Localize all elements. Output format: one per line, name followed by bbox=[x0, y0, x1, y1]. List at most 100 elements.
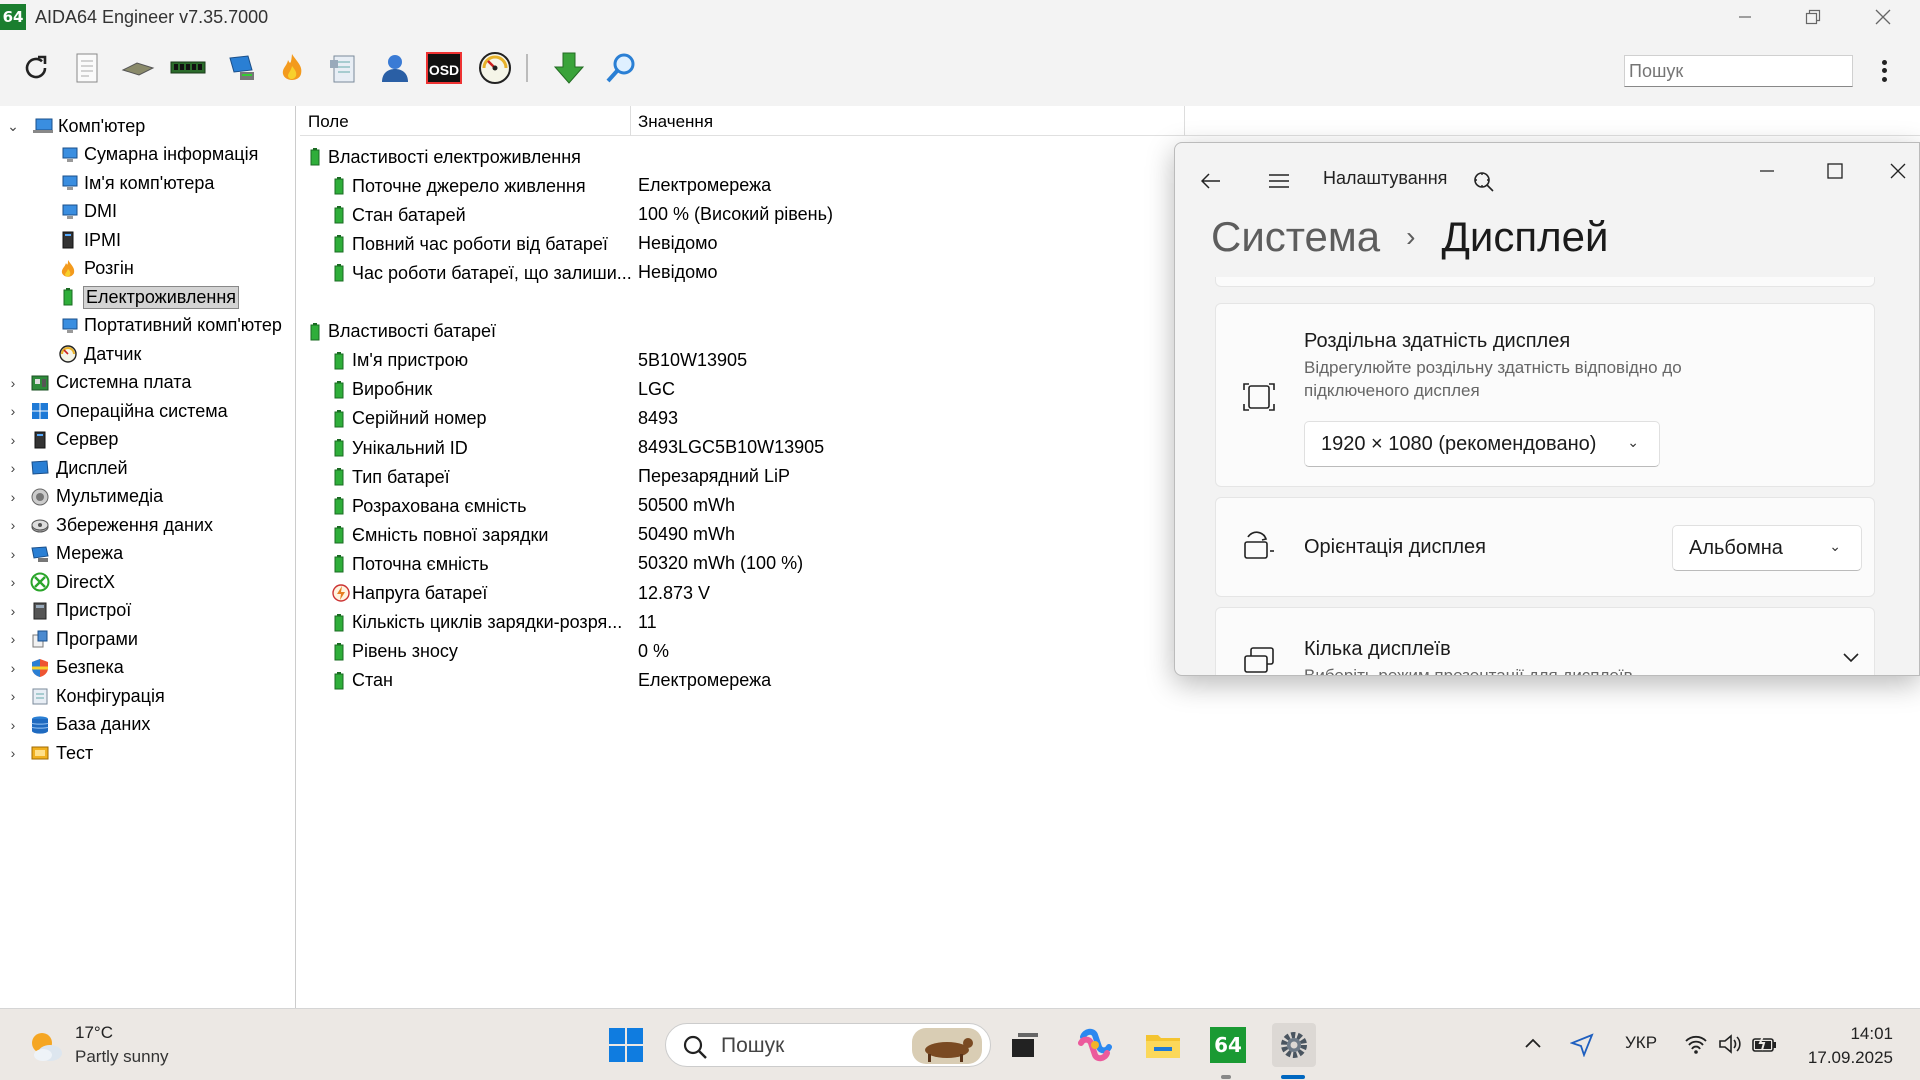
tree-item-shield[interactable]: › Безпека bbox=[11, 655, 124, 681]
partly-sunny-icon[interactable] bbox=[28, 1029, 64, 1065]
wifi-icon[interactable] bbox=[1684, 1033, 1708, 1055]
expand-chevron-icon[interactable]: › bbox=[6, 631, 20, 647]
column-divider[interactable] bbox=[630, 106, 631, 136]
chevron-up-icon[interactable] bbox=[1524, 1037, 1542, 1049]
file-explorer-button[interactable] bbox=[1141, 1023, 1185, 1067]
collapse-chevron-icon[interactable]: ⌄ bbox=[6, 118, 20, 135]
tree-item-test[interactable]: › Тест bbox=[11, 740, 94, 766]
tree-item-board[interactable]: › Системна плата bbox=[11, 370, 192, 396]
location-icon[interactable] bbox=[1570, 1033, 1594, 1057]
expand-chevron-icon[interactable]: › bbox=[6, 489, 20, 505]
tree-item-battery[interactable]: Електроживлення bbox=[58, 284, 240, 310]
expand-chevron-icon[interactable]: › bbox=[6, 517, 20, 533]
copilot-button[interactable] bbox=[1073, 1023, 1117, 1067]
expand-chevron-icon[interactable]: › bbox=[6, 546, 20, 562]
aida64-taskbar-button[interactable]: 64 bbox=[1206, 1023, 1250, 1067]
minimize-button[interactable] bbox=[1710, 0, 1780, 34]
expand-chevron-icon[interactable]: › bbox=[6, 660, 20, 676]
weather-description[interactable]: Partly sunny bbox=[75, 1047, 169, 1067]
column-header-field[interactable]: Поле bbox=[308, 112, 349, 132]
table-row[interactable]: Напруга батареї bbox=[332, 580, 487, 608]
search-input[interactable] bbox=[1624, 55, 1853, 87]
tree-item-monitor[interactable]: DMI bbox=[58, 199, 117, 225]
expand-chevron-icon[interactable]: › bbox=[6, 745, 20, 761]
download-button[interactable] bbox=[549, 48, 589, 88]
table-row[interactable]: Повний час роботи від батареї bbox=[332, 230, 608, 258]
expand-chevron-icon[interactable]: › bbox=[6, 574, 20, 590]
table-row[interactable]: Кількість циклів зарядки-розря... bbox=[332, 609, 622, 637]
tree-item-server[interactable]: IPMI bbox=[58, 227, 121, 253]
user-button[interactable] bbox=[374, 48, 414, 88]
tree-item-display[interactable]: › Дисплей bbox=[11, 455, 128, 481]
benchmark-button[interactable] bbox=[324, 48, 364, 88]
table-row[interactable]: Ім'я пристрою bbox=[332, 347, 468, 375]
close-button[interactable] bbox=[1848, 0, 1918, 34]
system-clock[interactable]: 14:01 17.09.2025 bbox=[1805, 1022, 1893, 1070]
tree-item-monitor[interactable]: Портативний комп'ютер bbox=[58, 313, 282, 339]
expand-chevron-icon[interactable]: › bbox=[6, 432, 20, 448]
expand-chevron-icon[interactable]: › bbox=[6, 688, 20, 704]
expand-chevron-icon[interactable]: › bbox=[6, 375, 20, 391]
tree-item-disk[interactable]: › Збереження даних bbox=[11, 512, 213, 538]
tree-item-programs[interactable]: › Програми bbox=[11, 626, 138, 652]
search-tool-button[interactable] bbox=[601, 48, 641, 88]
restore-button[interactable] bbox=[1778, 0, 1848, 34]
network-button[interactable] bbox=[222, 48, 262, 88]
tree-item-device[interactable]: › Пристрої bbox=[11, 598, 132, 624]
column-header-value[interactable]: Значення bbox=[638, 112, 713, 132]
table-row[interactable]: Стан bbox=[332, 667, 393, 695]
table-row[interactable]: Ємність повної зарядки bbox=[332, 521, 548, 549]
tree-item-flame[interactable]: Розгін bbox=[58, 256, 134, 282]
table-row[interactable]: Розрахована ємність bbox=[332, 492, 527, 520]
taskbar-search[interactable]: Пошук bbox=[665, 1023, 991, 1067]
tree-item-config[interactable]: › Конфігурація bbox=[11, 683, 165, 709]
tree-item-computer[interactable]: ⌄ Комп'ютер bbox=[7, 113, 145, 139]
task-view-button[interactable] bbox=[1003, 1023, 1047, 1067]
breadcrumb-system-link[interactable]: Система bbox=[1211, 213, 1380, 261]
tree-item-windows[interactable]: › Операційна система bbox=[11, 398, 228, 424]
start-button[interactable] bbox=[604, 1023, 648, 1067]
back-button[interactable] bbox=[1191, 161, 1231, 201]
table-row[interactable]: Виробник bbox=[332, 376, 432, 404]
settings-minimize-button[interactable] bbox=[1739, 151, 1795, 191]
battery-charging-icon[interactable] bbox=[1752, 1033, 1778, 1055]
table-row[interactable]: Тип батареї bbox=[332, 463, 450, 491]
column-divider[interactable] bbox=[1184, 106, 1185, 136]
expand-chevron-icon[interactable]: › bbox=[6, 603, 20, 619]
table-row[interactable]: Час роботи батареї, що залиши... bbox=[332, 259, 632, 287]
group-header[interactable]: Властивості батареї bbox=[308, 318, 496, 346]
expand-chevron-icon[interactable]: › bbox=[6, 403, 20, 419]
table-row[interactable]: Поточне джерело живлення bbox=[332, 172, 586, 200]
group-header[interactable]: Властивості електроживлення bbox=[308, 143, 581, 171]
memory-button[interactable] bbox=[168, 48, 208, 88]
tree-item-server[interactable]: › Сервер bbox=[11, 427, 119, 453]
tree-item-xbox[interactable]: › DirectX bbox=[11, 569, 115, 595]
settings-taskbar-button[interactable] bbox=[1272, 1023, 1316, 1067]
table-row[interactable]: Серійний номер bbox=[332, 405, 486, 433]
table-row[interactable]: Поточна ємність bbox=[332, 550, 489, 578]
more-options-button[interactable] bbox=[1872, 54, 1896, 88]
tree-item-speaker[interactable]: › Мультимедіа bbox=[11, 484, 163, 510]
stress-test-button[interactable] bbox=[272, 48, 312, 88]
volume-icon[interactable] bbox=[1718, 1033, 1742, 1055]
table-row[interactable]: Унікальний ID bbox=[332, 434, 468, 462]
table-row[interactable]: Стан батарей bbox=[332, 201, 466, 229]
refresh-button[interactable] bbox=[16, 48, 56, 88]
settings-search-button[interactable] bbox=[1465, 163, 1501, 199]
settings-close-button[interactable] bbox=[1875, 151, 1919, 191]
sensor-button[interactable] bbox=[475, 48, 515, 88]
osd-button[interactable]: OSD bbox=[424, 48, 464, 88]
tree-item-database[interactable]: › База даних bbox=[11, 712, 151, 738]
input-language[interactable]: УКР bbox=[1625, 1033, 1657, 1053]
multiple-displays-card[interactable]: Кілька дисплеїв Виберіть режим презентац… bbox=[1215, 607, 1875, 675]
tree-item-monitor[interactable]: Сумарна інформація bbox=[58, 142, 258, 168]
resolution-dropdown[interactable]: 1920 × 1080 (рекомендовано) ⌄ bbox=[1304, 421, 1660, 467]
menu-button[interactable] bbox=[1259, 161, 1299, 201]
motherboard-button[interactable] bbox=[118, 48, 158, 88]
settings-maximize-button[interactable] bbox=[1807, 151, 1863, 191]
weather-temperature[interactable]: 17°C bbox=[75, 1023, 113, 1043]
orientation-dropdown[interactable]: Альбомна ⌄ bbox=[1672, 525, 1862, 571]
tree-item-gauge[interactable]: Датчик bbox=[58, 341, 141, 367]
expand-chevron-icon[interactable]: › bbox=[6, 460, 20, 476]
tree-item-monitor[interactable]: Ім'я комп'ютера bbox=[58, 170, 214, 196]
